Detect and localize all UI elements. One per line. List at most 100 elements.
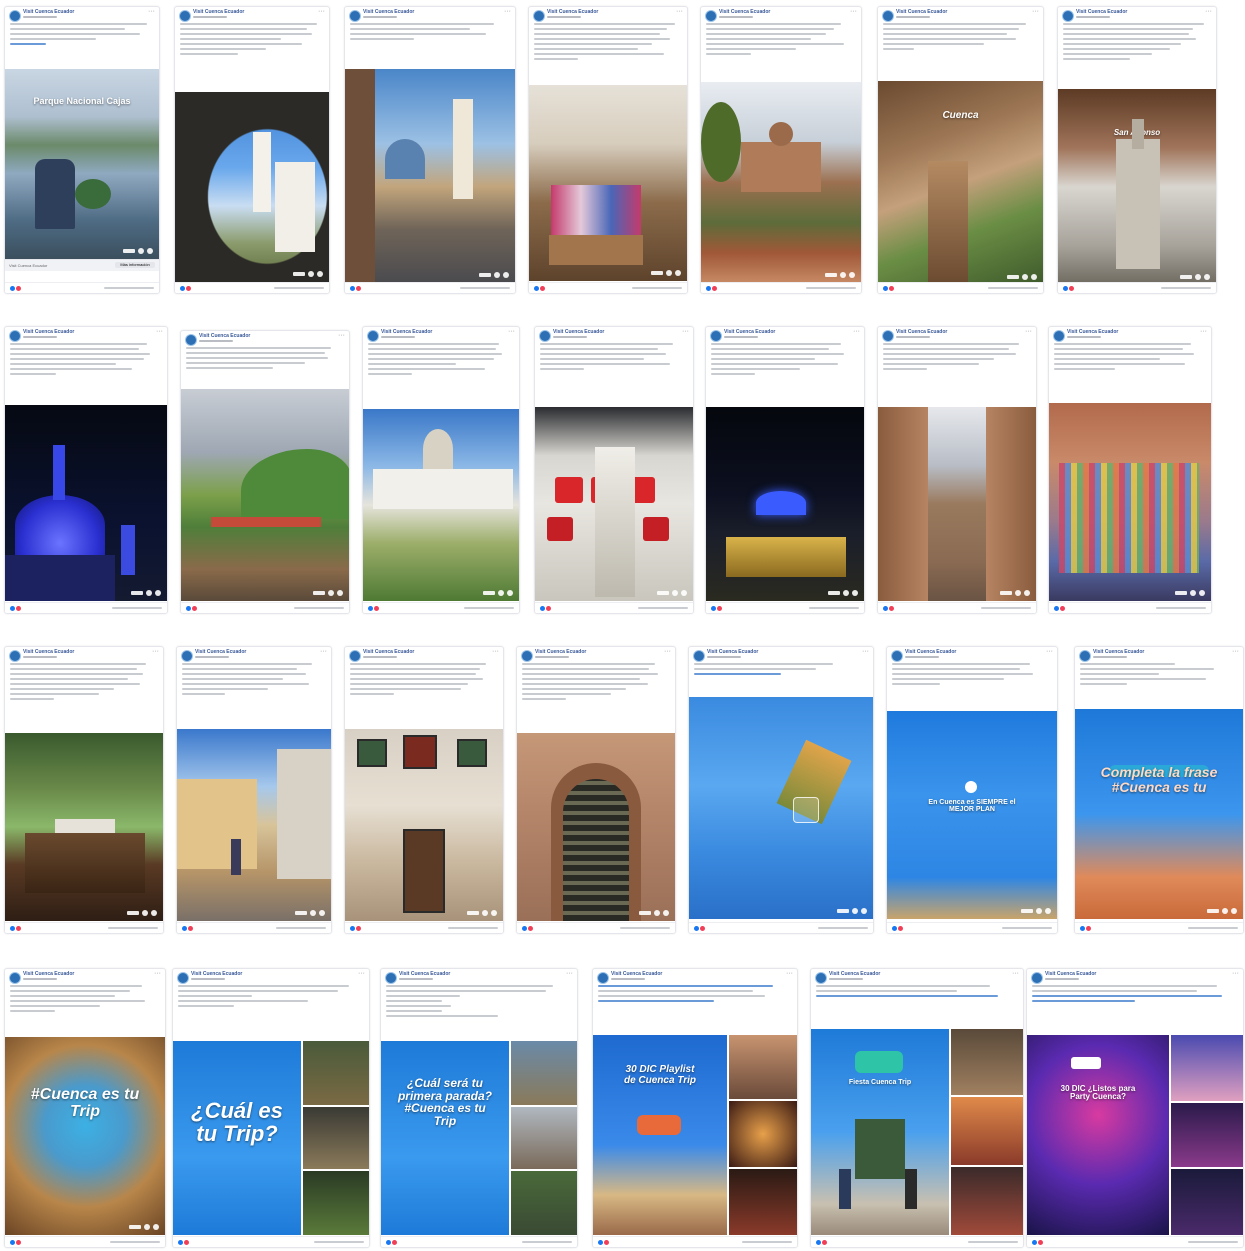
post-timestamp[interactable] <box>611 978 645 980</box>
post-card[interactable]: Visit Cuenca Ecuador ··· <box>176 646 332 934</box>
more-options-icon[interactable]: ··· <box>320 648 327 655</box>
post-timestamp[interactable] <box>724 336 758 338</box>
collage-image[interactable] <box>511 1171 577 1235</box>
post-timestamp[interactable] <box>896 16 930 18</box>
collage-image[interactable] <box>303 1041 369 1105</box>
engagement-stats[interactable] <box>981 607 1031 609</box>
post-card[interactable]: Visit Cuenca Ecuador ··· Parque Nacional… <box>4 6 160 294</box>
post-image[interactable]: Cuenca <box>878 81 1043 285</box>
engagement-stats[interactable] <box>809 607 859 609</box>
more-options-icon[interactable]: ··· <box>1205 8 1212 15</box>
page-name[interactable]: Visit Cuenca Ecuador <box>896 329 947 335</box>
post-card[interactable]: Visit Cuenca Ecuador ··· <box>877 326 1037 614</box>
page-avatar[interactable] <box>882 10 894 22</box>
page-name[interactable]: Visit Cuenca Ecuador <box>363 649 414 655</box>
more-options-icon[interactable]: ··· <box>492 648 499 655</box>
page-name[interactable]: Visit Cuenca Ecuador <box>23 9 74 15</box>
reactions-icon[interactable] <box>815 1239 828 1246</box>
page-avatar[interactable] <box>9 330 21 342</box>
post-image[interactable]: Parque Nacional Cajas <box>5 69 159 259</box>
engagement-stats[interactable] <box>460 287 510 289</box>
post-card[interactable]: Visit Cuenca Ecuador ··· 30 DIC ¿Listos … <box>1026 968 1244 1248</box>
page-avatar[interactable] <box>539 330 551 342</box>
page-name[interactable]: Visit Cuenca Ecuador <box>199 333 250 339</box>
post-card[interactable]: Visit Cuenca Ecuador ··· Cuenca <box>877 6 1044 294</box>
reactions-icon[interactable] <box>9 925 22 932</box>
more-options-icon[interactable]: ··· <box>338 332 345 339</box>
post-timestamp[interactable] <box>707 656 741 658</box>
engagement-stats[interactable] <box>988 287 1038 289</box>
post-timestamp[interactable] <box>905 656 939 658</box>
post-timestamp[interactable] <box>719 16 753 18</box>
post-image[interactable] <box>689 697 873 919</box>
more-options-icon[interactable]: ··· <box>566 970 573 977</box>
page-avatar[interactable] <box>9 972 21 984</box>
post-image[interactable] <box>181 389 349 601</box>
reactions-icon[interactable] <box>179 285 192 292</box>
reactions-icon[interactable] <box>181 925 194 932</box>
post-card[interactable]: Visit Cuenca Ecuador ··· <box>174 6 330 294</box>
post-image[interactable]: En Cuenca es SIEMPRE el MEJOR PLAN <box>887 711 1057 919</box>
post-timestamp[interactable] <box>23 656 57 658</box>
post-card[interactable]: Visit Cuenca Ecuador ··· Fiesta Cuenca T… <box>810 968 1024 1248</box>
more-options-icon[interactable]: ··· <box>853 328 860 335</box>
reactions-icon[interactable] <box>349 925 362 932</box>
page-name[interactable]: Visit Cuenca Ecuador <box>191 971 242 977</box>
collage-image[interactable] <box>951 1167 1023 1235</box>
post-card[interactable]: Visit Cuenca Ecuador ··· ¿Cuál es tu Tri… <box>172 968 370 1248</box>
reactions-icon[interactable] <box>385 1239 398 1246</box>
post-timestamp[interactable] <box>191 978 225 980</box>
page-avatar[interactable] <box>179 10 191 22</box>
more-options-icon[interactable]: ··· <box>786 970 793 977</box>
post-timestamp[interactable] <box>199 340 233 342</box>
more-options-icon[interactable]: ··· <box>154 970 161 977</box>
reactions-icon[interactable] <box>9 285 22 292</box>
collage-image[interactable] <box>729 1169 797 1235</box>
engagement-stats[interactable] <box>1188 927 1238 929</box>
collage-image[interactable] <box>511 1041 577 1105</box>
page-name[interactable]: Visit Cuenca Ecuador <box>905 649 956 655</box>
post-timestamp[interactable] <box>1093 656 1127 658</box>
page-avatar[interactable] <box>385 972 397 984</box>
page-avatar[interactable] <box>1053 330 1065 342</box>
engagement-stats[interactable] <box>110 1241 160 1243</box>
engagement-stats[interactable] <box>1156 607 1206 609</box>
page-name[interactable]: Visit Cuenca Ecuador <box>719 9 770 15</box>
post-card[interactable]: Visit Cuenca Ecuador ··· 30 DIC Playlist… <box>592 968 798 1248</box>
post-image[interactable] <box>529 85 687 281</box>
page-avatar[interactable] <box>9 650 21 662</box>
collage-image[interactable] <box>951 1097 1023 1165</box>
page-avatar[interactable] <box>177 972 189 984</box>
engagement-stats[interactable] <box>314 1241 364 1243</box>
post-card[interactable]: Visit Cuenca Ecuador ··· <box>1048 326 1212 614</box>
page-avatar[interactable] <box>521 650 533 662</box>
reactions-icon[interactable] <box>693 925 706 932</box>
reactions-icon[interactable] <box>9 605 22 612</box>
page-name[interactable]: Visit Cuenca Ecuador <box>724 329 775 335</box>
engagement-stats[interactable] <box>1002 927 1052 929</box>
post-image[interactable] <box>5 405 167 601</box>
engagement-stats[interactable] <box>632 287 682 289</box>
post-image[interactable] <box>706 407 864 601</box>
post-timestamp[interactable] <box>1045 978 1079 980</box>
post-card[interactable]: Visit Cuenca Ecuador ··· En Cuenca es SI… <box>886 646 1058 934</box>
post-timestamp[interactable] <box>547 16 581 18</box>
post-card[interactable]: Visit Cuenca Ecuador ··· <box>4 646 164 934</box>
reactions-icon[interactable] <box>705 285 718 292</box>
post-timestamp[interactable] <box>399 978 433 980</box>
reactions-icon[interactable] <box>597 1239 610 1246</box>
post-image[interactable] <box>535 407 693 601</box>
page-avatar[interactable] <box>349 10 361 22</box>
reactions-icon[interactable] <box>539 605 552 612</box>
more-options-icon[interactable]: ··· <box>1032 8 1039 15</box>
post-timestamp[interactable] <box>829 978 863 980</box>
post-timestamp[interactable] <box>195 656 229 658</box>
reactions-icon[interactable] <box>367 605 380 612</box>
collage-main-image[interactable]: Fiesta Cuenca Trip <box>811 1029 949 1235</box>
page-avatar[interactable] <box>181 650 193 662</box>
post-image[interactable] <box>517 733 675 921</box>
page-avatar[interactable] <box>815 972 827 984</box>
page-name[interactable]: Visit Cuenca Ecuador <box>1076 9 1127 15</box>
engagement-stats[interactable] <box>448 927 498 929</box>
more-options-icon[interactable]: ··· <box>850 8 857 15</box>
